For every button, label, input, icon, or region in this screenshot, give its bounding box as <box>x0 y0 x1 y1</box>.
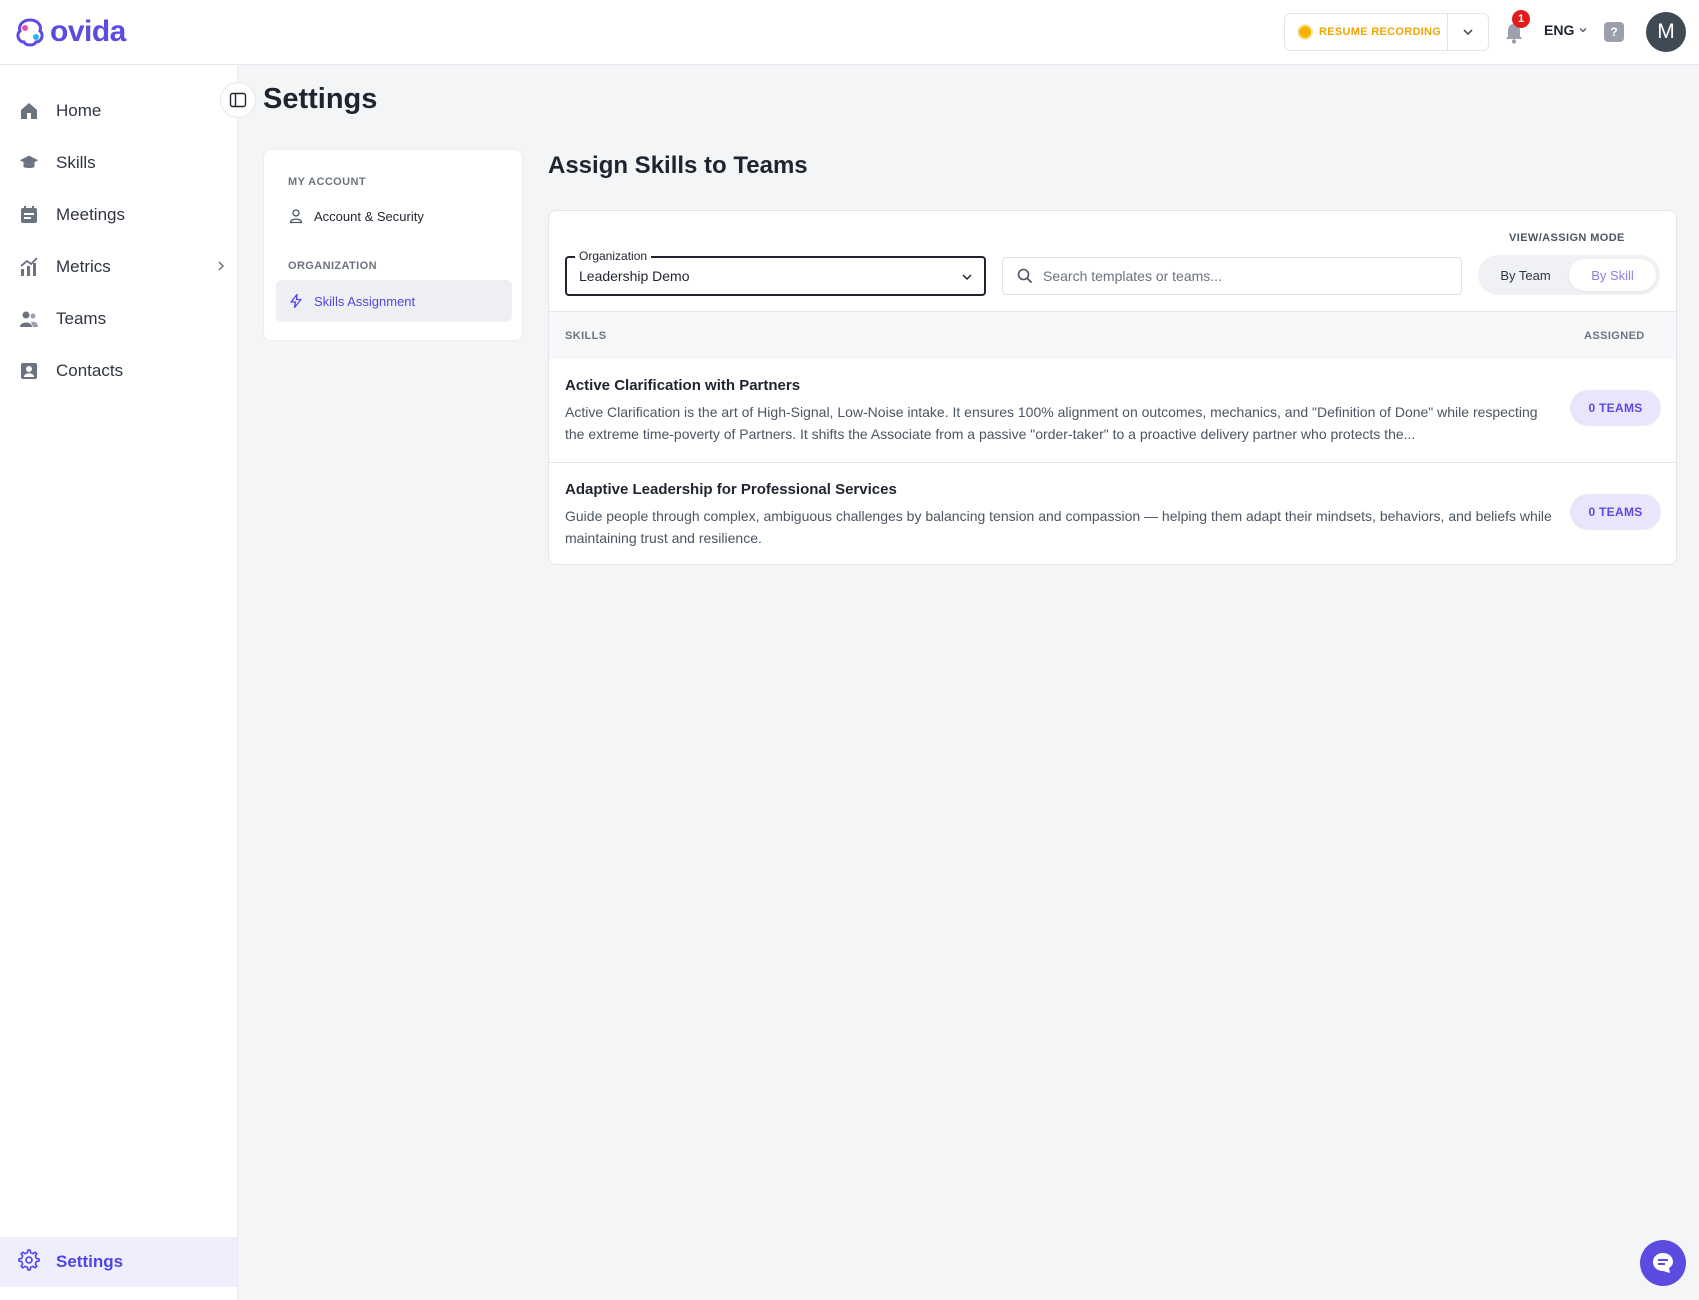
settings-nav-skills-assignment[interactable]: Skills Assignment <box>276 280 512 322</box>
brand-name: ovida <box>50 15 126 48</box>
chart-icon <box>18 256 40 278</box>
skill-description: Active Clarification is the art of High-… <box>565 404 1538 442</box>
gear-icon <box>18 1248 40 1276</box>
calendar-icon <box>18 204 40 226</box>
ovida-logo-icon <box>16 18 44 47</box>
assigned-teams-button[interactable]: 0 TEAMS <box>1570 390 1661 426</box>
page-title: Settings <box>263 83 378 115</box>
organization-legend: Organization <box>575 249 652 263</box>
skills-column-header: SKILLS <box>565 330 607 342</box>
search-input[interactable] <box>1043 268 1443 284</box>
settings-section-title: MY ACCOUNT <box>288 176 366 188</box>
mode-by-skill-button[interactable]: By Skill <box>1569 259 1656 291</box>
chat-support-button[interactable] <box>1640 1240 1686 1286</box>
content-title: Assign Skills to Teams <box>548 152 808 179</box>
sidebar-item-label: Meetings <box>56 205 125 224</box>
graduation-cap-icon <box>18 152 40 174</box>
skill-description: Guide people through complex, ambiguous … <box>565 508 1552 546</box>
sidebar-item-home[interactable]: Home <box>0 89 237 133</box>
chat-icon <box>1653 1253 1673 1273</box>
mode-by-team-button[interactable]: By Team <box>1482 259 1569 291</box>
bolt-icon <box>290 293 302 309</box>
settings-section-title: ORGANIZATION <box>288 260 377 272</box>
top-bar: ovida RESUME RECORDING 1 ENG ? M <box>0 0 1699 65</box>
sidebar: Home Skills Meetings Metrics Teams Conta… <box>0 65 238 1300</box>
settings-nav: MY ACCOUNT Account & Security ORGANIZATI… <box>263 149 523 341</box>
chevron-down-icon <box>1579 28 1587 33</box>
settings-nav-account-security[interactable]: Account & Security <box>276 195 512 237</box>
skills-assignment-panel: Organization Leadership Demo VIEW/ASSIGN… <box>548 210 1677 565</box>
notification-badge: 1 <box>1512 10 1530 28</box>
sidebar-item-label: Settings <box>56 1252 124 1271</box>
table-row[interactable]: Active Clarification with Partners Activ… <box>549 359 1676 462</box>
recording-dot-icon <box>1299 26 1311 38</box>
contact-card-icon <box>18 360 40 382</box>
collapse-sidebar-button[interactable] <box>220 82 256 118</box>
chevron-right-icon <box>218 261 225 271</box>
skill-title: Active Clarification with Partners <box>565 377 801 394</box>
language-selector[interactable]: ENG <box>1544 22 1588 38</box>
view-mode-label: VIEW/ASSIGN MODE <box>1509 232 1625 244</box>
search-icon <box>1017 268 1033 284</box>
sidebar-item-label: Home <box>56 101 102 120</box>
assigned-teams-button[interactable]: 0 TEAMS <box>1570 494 1661 530</box>
users-icon <box>18 308 40 330</box>
ovida-logo[interactable]: ovida <box>14 12 126 52</box>
search-box <box>1002 257 1462 295</box>
organization-value: Leadership Demo <box>579 268 690 284</box>
resume-recording-label: RESUME RECORDING <box>1319 26 1442 38</box>
organization-select[interactable]: Organization Leadership Demo <box>565 249 986 296</box>
settings-nav-label: Skills Assignment <box>314 293 416 309</box>
view-mode-toggle: By Team By Skill <box>1478 255 1660 295</box>
recording-options-button[interactable] <box>1448 14 1488 50</box>
sidebar-item-teams[interactable]: Teams <box>0 297 237 341</box>
table-header: SKILLS ASSIGNED <box>549 311 1676 359</box>
sidebar-item-label: Skills <box>56 153 96 172</box>
chevron-down-icon <box>962 274 972 281</box>
sidebar-toggle-icon <box>229 92 247 108</box>
sidebar-item-settings[interactable]: Settings <box>0 1237 237 1287</box>
sidebar-item-contacts[interactable]: Contacts <box>0 349 237 393</box>
skill-title: Adaptive Leadership for Professional Ser… <box>565 481 897 498</box>
sidebar-item-label: Metrics <box>56 257 111 276</box>
sidebar-item-metrics[interactable]: Metrics <box>0 245 237 289</box>
home-icon <box>18 100 40 122</box>
resume-recording-group: RESUME RECORDING <box>1284 13 1489 51</box>
resume-recording-button[interactable]: RESUME RECORDING <box>1285 14 1448 50</box>
help-button[interactable]: ? <box>1604 22 1624 42</box>
sidebar-item-skills[interactable]: Skills <box>0 141 237 185</box>
settings-nav-label: Account & Security <box>314 208 424 224</box>
table-row[interactable]: Adaptive Leadership for Professional Ser… <box>549 462 1676 564</box>
user-icon <box>289 209 303 224</box>
assigned-column-header: ASSIGNED <box>1584 330 1645 342</box>
user-avatar[interactable]: M <box>1646 12 1686 52</box>
chevron-down-icon <box>1463 29 1473 36</box>
sidebar-item-meetings[interactable]: Meetings <box>0 193 237 237</box>
sidebar-item-label: Teams <box>56 309 107 328</box>
language-label: ENG <box>1544 22 1575 38</box>
sidebar-item-label: Contacts <box>56 361 124 380</box>
